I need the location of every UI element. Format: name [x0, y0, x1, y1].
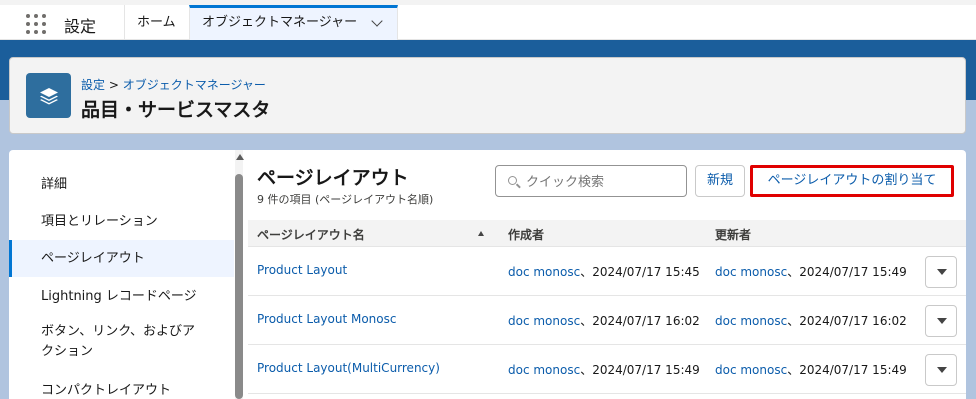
arrow-up-icon[interactable] [478, 231, 484, 236]
user-link[interactable]: doc monosc [715, 363, 787, 377]
modified-date: 、2024/07/17 15:49 [787, 265, 907, 279]
main-panel: 詳細 項目とリレーション ページレイアウト Lightning レコードページ … [9, 150, 966, 399]
modified-by-cell: doc monosc、2024/07/17 16:02 [715, 312, 907, 329]
page-layout-assignment-button[interactable]: ページレイアウトの割り当て [750, 165, 954, 197]
page-layouts-section: ページレイアウト 9 件の項目 (ページレイアウト名順) 新規 ページレイアウト… [248, 150, 966, 399]
row-actions-chevron-down-icon[interactable] [925, 305, 957, 337]
page-title: 品目・サービスマスタ [81, 99, 271, 121]
user-link[interactable]: doc monosc [715, 314, 787, 328]
created-by-cell: doc monosc、2024/07/17 16:02 [508, 312, 700, 329]
breadcrumb-object-manager-link[interactable]: オブジェクトマネージャー [123, 78, 266, 92]
global-nav: 設定 ホーム オブジェクトマネージャー [0, 0, 976, 40]
item-count: 9 件の項目 (ページレイアウト名順) [257, 193, 434, 206]
row-actions-chevron-down-icon[interactable] [925, 354, 957, 386]
sidebar-item-lightning-record-pages[interactable]: Lightning レコードページ [9, 287, 234, 307]
sidebar-item-compact-layouts[interactable]: コンパクトレイアウト [9, 381, 234, 399]
sidebar-item-label: クション [41, 344, 94, 359]
stack-icon [26, 73, 71, 118]
layout-name-link[interactable]: Product Layout(MultiCurrency) [257, 361, 440, 375]
modified-date: 、2024/07/17 15:49 [787, 363, 907, 377]
layout-name-link[interactable]: Product Layout Monosc [257, 312, 396, 326]
tab-object-manager-label: オブジェクトマネージャー [202, 15, 358, 30]
sidebar-item-label: ボタン、リンク、およびア [41, 324, 196, 339]
app-name: 設定 [64, 17, 97, 36]
scroll-up-arrow-icon[interactable] [236, 154, 244, 160]
chevron-down-icon[interactable] [371, 15, 383, 27]
section-title: ページレイアウト [257, 167, 409, 189]
user-link[interactable]: doc monosc [508, 314, 580, 328]
user-link[interactable]: doc monosc [508, 363, 580, 377]
stack-icon-svg [39, 87, 58, 104]
tab-object-manager[interactable]: オブジェクトマネージャー [189, 5, 398, 40]
column-header-created-by[interactable]: 作成者 [508, 226, 544, 243]
search-icon [508, 176, 517, 185]
created-date: 、2024/07/17 16:02 [580, 314, 700, 328]
sidebar-item-fields-relationships[interactable]: 項目とリレーション [9, 212, 234, 232]
created-date: 、2024/07/17 15:45 [580, 265, 700, 279]
object-header: 設定 > オブジェクトマネージャー 品目・サービスマスタ [9, 57, 966, 134]
quick-search[interactable] [495, 165, 687, 197]
breadcrumb-setup-link[interactable]: 設定 [81, 78, 105, 92]
table-header: ページレイアウト名 作成者 更新者 [248, 220, 966, 247]
modified-by-cell: doc monosc、2024/07/17 15:49 [715, 263, 907, 280]
modified-date: 、2024/07/17 16:02 [787, 314, 907, 328]
quick-search-input[interactable] [526, 172, 676, 192]
breadcrumb: 設定 > オブジェクトマネージャー [81, 76, 266, 93]
row-actions-chevron-down-icon[interactable] [925, 256, 957, 288]
sidebar-item-buttons-links-actions[interactable]: ボタン、リンク、およびア クション [9, 322, 234, 362]
modified-by-cell: doc monosc、2024/07/17 15:49 [715, 361, 907, 378]
app-launcher-waffle-icon[interactable] [26, 14, 46, 34]
column-header-modified-by[interactable]: 更新者 [715, 226, 751, 243]
user-link[interactable]: doc monosc [508, 265, 580, 279]
user-link[interactable]: doc monosc [715, 265, 787, 279]
table-row: Product Layout Monosc doc monosc、2024/07… [248, 296, 966, 345]
tab-home[interactable]: ホーム [124, 5, 189, 40]
sidebar-item-details[interactable]: 詳細 [9, 175, 234, 195]
scrollbar-thumb[interactable] [235, 174, 243, 399]
created-date: 、2024/07/17 15:49 [580, 363, 700, 377]
new-button[interactable]: 新規 [695, 165, 745, 197]
created-by-cell: doc monosc、2024/07/17 15:45 [508, 263, 700, 280]
created-by-cell: doc monosc、2024/07/17 15:49 [508, 361, 700, 378]
breadcrumb-separator: > [105, 78, 123, 92]
sidebar: 詳細 項目とリレーション ページレイアウト Lightning レコードページ … [9, 150, 234, 399]
table-row: Product Layout doc monosc、2024/07/17 15:… [248, 247, 966, 296]
sidebar-item-page-layouts[interactable]: ページレイアウト [9, 240, 234, 277]
table-row: Product Layout(MultiCurrency) doc monosc… [248, 345, 966, 394]
layout-name-link[interactable]: Product Layout [257, 263, 347, 277]
column-header-layout-name[interactable]: ページレイアウト名 [257, 226, 365, 243]
